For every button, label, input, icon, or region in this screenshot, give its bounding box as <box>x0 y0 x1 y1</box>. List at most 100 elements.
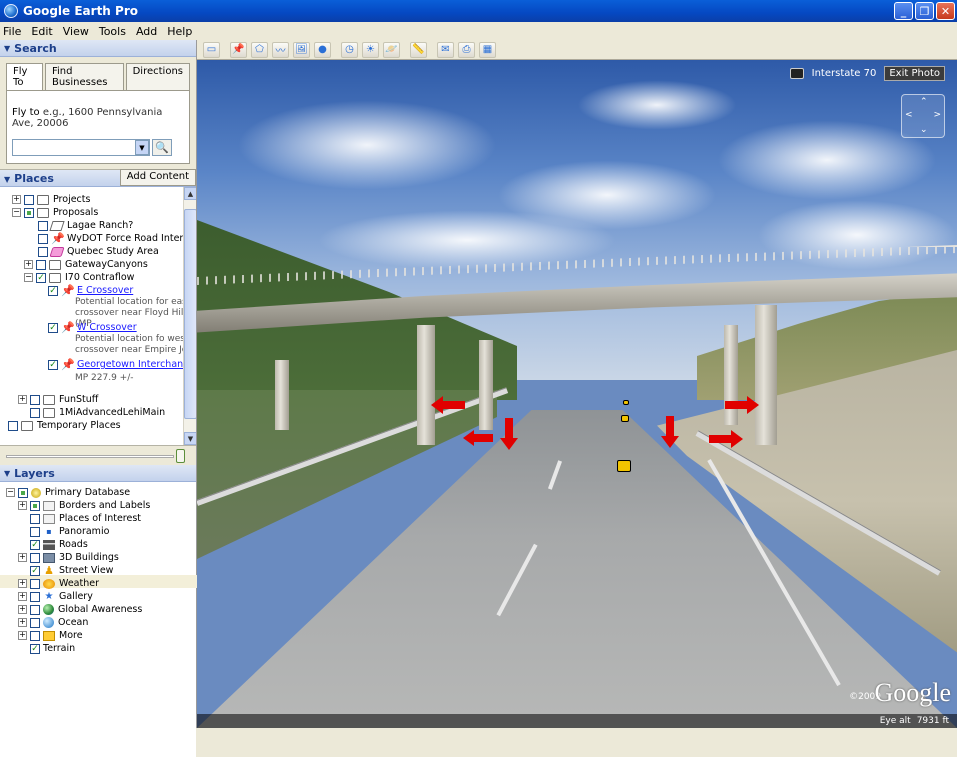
tree-item-w-crossover[interactable]: 📌 W Crossover <box>48 321 137 334</box>
checkbox[interactable] <box>36 272 46 283</box>
image-overlay-icon[interactable]: 🖼 <box>293 41 310 58</box>
sidebar-toggle-icon[interactable]: ▭ <box>203 41 220 58</box>
tree-item-lagae-ranch[interactable]: Lagae Ranch? <box>38 219 133 232</box>
expand-icon[interactable]: + <box>24 260 33 269</box>
tree-item-quebec[interactable]: Quebec Study Area <box>38 245 159 258</box>
layer-terrain[interactable]: Terrain <box>30 642 75 655</box>
add-content-button[interactable]: Add Content <box>119 169 196 186</box>
layer-weather[interactable]: + Weather <box>18 577 99 590</box>
maximize-button[interactable]: ❐ <box>915 2 934 20</box>
places-panel-header[interactable]: ▼ Places Add Content <box>0 169 196 187</box>
layer-borders-labels[interactable]: + Borders and Labels <box>18 499 150 512</box>
checkbox[interactable] <box>30 643 40 654</box>
checkbox[interactable] <box>30 565 40 576</box>
look-down-icon[interactable]: ⌄ <box>920 125 928 135</box>
tree-item-proposals[interactable]: − Proposals <box>12 206 98 219</box>
layer-places-of-interest[interactable]: Places of Interest <box>30 512 141 525</box>
expand-icon[interactable]: + <box>18 618 27 627</box>
opacity-slider-thumb[interactable] <box>176 449 185 463</box>
tree-item-e-crossover[interactable]: 📌 E Crossover <box>48 284 133 297</box>
ruler-icon[interactable]: 📏 <box>410 41 427 58</box>
email-icon[interactable]: ✉ <box>437 41 454 58</box>
menu-edit[interactable]: Edit <box>31 25 52 38</box>
checkbox[interactable] <box>48 322 58 333</box>
checkbox[interactable] <box>30 526 40 537</box>
layer-panoramio[interactable]: ▪ Panoramio <box>30 525 109 538</box>
layers-panel-header[interactable]: ▼ Layers <box>0 465 196 482</box>
tree-item-georgetown[interactable]: 📌 Georgetown Interchange <box>48 358 195 371</box>
tree-item-lehi[interactable]: 1MiAdvancedLehiMain <box>30 406 165 419</box>
tab-directions[interactable]: Directions <box>125 63 190 90</box>
layer-primary-database[interactable]: − Primary Database <box>6 486 130 499</box>
search-panel-header[interactable]: ▼ Search <box>0 40 196 57</box>
checkbox[interactable] <box>48 359 58 370</box>
checkbox[interactable] <box>30 539 40 550</box>
collapse-icon[interactable]: − <box>6 488 15 497</box>
checkbox[interactable] <box>30 394 40 405</box>
street-view-camera-icon[interactable] <box>621 415 629 422</box>
scroll-down-icon[interactable]: ▼ <box>184 432 196 445</box>
expand-icon[interactable]: + <box>18 592 27 601</box>
tree-item-projects[interactable]: + Projects <box>12 193 90 206</box>
expand-icon[interactable]: + <box>12 195 21 204</box>
street-view-viewport[interactable]: Interstate 70 Exit Photo ⌃ < > ⌄ ©2009 G… <box>197 60 957 728</box>
search-icon[interactable]: 🔍 <box>152 139 172 156</box>
look-up-icon[interactable]: ⌃ <box>920 97 928 107</box>
tree-item-funstuff[interactable]: + FunStuff <box>18 393 98 406</box>
menu-file[interactable]: File <box>3 25 21 38</box>
checkbox[interactable] <box>30 604 40 615</box>
layer-global-awareness[interactable]: + Global Awareness <box>18 603 142 616</box>
tab-fly-to[interactable]: Fly To <box>6 63 43 90</box>
look-left-icon[interactable]: < <box>905 110 913 120</box>
scroll-up-icon[interactable]: ▲ <box>184 187 196 200</box>
places-scrollbar[interactable]: ▲ ▼ <box>183 187 196 445</box>
sun-icon[interactable]: ☀ <box>362 41 379 58</box>
tree-item-i70-contraflow[interactable]: − I70 Contraflow <box>24 271 134 284</box>
print-icon[interactable]: ⎙ <box>458 41 475 58</box>
record-tour-icon[interactable]: ● <box>314 41 331 58</box>
scroll-thumb[interactable] <box>184 209 196 419</box>
checkbox[interactable] <box>30 578 40 589</box>
minimize-button[interactable]: _ <box>894 2 913 20</box>
opacity-slider-track[interactable] <box>6 455 174 458</box>
save-image-icon[interactable]: ▦ <box>479 41 496 58</box>
layer-ocean[interactable]: + Ocean <box>18 616 88 629</box>
menu-view[interactable]: View <box>63 25 89 38</box>
layer-gallery[interactable]: + ★ Gallery <box>18 590 93 603</box>
checkbox[interactable] <box>30 591 40 602</box>
dropdown-arrow-icon[interactable]: ▼ <box>135 140 149 155</box>
expand-icon[interactable]: + <box>18 501 27 510</box>
checkbox[interactable] <box>48 285 58 296</box>
checkbox[interactable] <box>30 552 40 563</box>
checkbox[interactable] <box>24 194 34 205</box>
expand-icon[interactable]: + <box>18 631 27 640</box>
placemark-icon[interactable]: 📌 <box>230 41 247 58</box>
tree-item-gateway-canyons[interactable]: + GatewayCanyons <box>24 258 148 271</box>
look-navigation-control[interactable]: ⌃ < > ⌄ <box>901 94 945 138</box>
checkbox[interactable] <box>30 617 40 628</box>
exit-photo-button[interactable]: Exit Photo <box>884 66 945 81</box>
street-view-camera-icon[interactable] <box>617 460 631 472</box>
checkbox[interactable] <box>38 233 48 244</box>
collapse-icon[interactable]: − <box>12 208 21 217</box>
expand-icon[interactable]: + <box>18 395 27 404</box>
expand-icon[interactable]: + <box>18 605 27 614</box>
checkbox[interactable] <box>8 420 18 431</box>
look-right-icon[interactable]: > <box>933 110 941 120</box>
menu-help[interactable]: Help <box>167 25 192 38</box>
checkbox[interactable] <box>30 500 40 511</box>
checkbox[interactable] <box>38 246 48 257</box>
close-button[interactable]: ✕ <box>936 2 955 20</box>
layer-more[interactable]: + More <box>18 629 83 642</box>
tree-item-temporary-places[interactable]: Temporary Places <box>8 419 121 432</box>
menu-tools[interactable]: Tools <box>99 25 126 38</box>
street-view-camera-icon[interactable] <box>623 400 629 405</box>
checkbox[interactable] <box>38 220 48 231</box>
tab-find-businesses[interactable]: Find Businesses <box>44 63 124 90</box>
fly-to-input[interactable] <box>12 139 150 156</box>
checkbox[interactable] <box>30 407 40 418</box>
planets-icon[interactable]: 🪐 <box>383 41 400 58</box>
tree-item-wydot[interactable]: 📌 WyDOT Force Road Interch... <box>38 232 196 245</box>
menu-add[interactable]: Add <box>136 25 157 38</box>
polygon-icon[interactable]: ⬠ <box>251 41 268 58</box>
